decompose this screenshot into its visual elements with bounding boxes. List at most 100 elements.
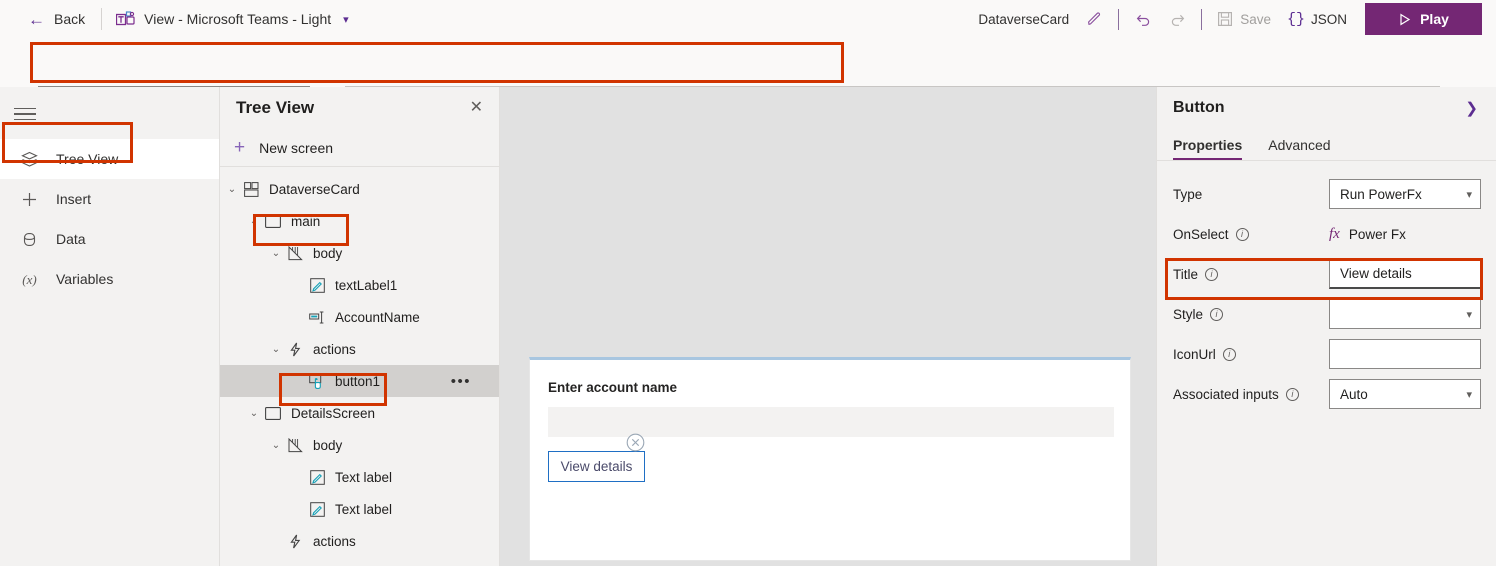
- body-icon: [286, 437, 304, 453]
- json-label: JSON: [1310, 11, 1347, 27]
- property-row-onselect: OnSelect i fx Power Fx: [1157, 214, 1496, 254]
- property-label-associated-inputs: Associated inputs i: [1157, 387, 1329, 402]
- chevron-right-icon[interactable]: ❯: [1465, 99, 1478, 117]
- tree-node[interactable]: Text label: [220, 461, 499, 493]
- tab-advanced[interactable]: Advanced: [1268, 137, 1330, 160]
- power-apps-cards-designer: ← Back View - Microsoft Teams - Light ▾: [0, 0, 1496, 566]
- rectangle-icon: [264, 406, 282, 420]
- app-title-label: View - Microsoft Teams - Light: [144, 11, 332, 27]
- close-icon[interactable]: ✕: [470, 100, 483, 116]
- property-powerfx-onselect[interactable]: fx Power Fx: [1329, 226, 1406, 243]
- new-screen-label: New screen: [259, 139, 334, 156]
- info-icon[interactable]: i: [1285, 387, 1299, 401]
- property-label-type: Type: [1157, 187, 1329, 202]
- property-row-style: Style i ▾: [1157, 294, 1496, 334]
- save-button[interactable]: Save: [1209, 4, 1279, 34]
- property-label-iconurl: IconUrl i: [1157, 347, 1329, 362]
- undo-button[interactable]: [1126, 4, 1160, 34]
- text-input-icon: [308, 311, 326, 324]
- rail-item-label: Tree View: [56, 151, 119, 167]
- variables-icon: (x): [18, 271, 40, 288]
- app-title-dropdown[interactable]: View - Microsoft Teams - Light ▾: [104, 0, 361, 38]
- rail-item-label: Variables: [56, 271, 114, 287]
- json-button[interactable]: {} JSON: [1279, 4, 1355, 34]
- chevron-down-icon: ▾: [1466, 308, 1472, 321]
- rectangle-icon: [264, 214, 282, 228]
- tree-node[interactable]: ⌄ body: [220, 429, 499, 461]
- card-view-details-button[interactable]: View details: [548, 451, 645, 482]
- property-label-text: Title: [1173, 266, 1199, 282]
- fx-icon: fx: [1329, 225, 1340, 242]
- chevron-down-icon[interactable]: ⌄: [269, 440, 283, 451]
- property-label-text: Style: [1173, 306, 1204, 322]
- tree-node-list: ⌄ DataverseCard ⌄ main ⌄ body textLabel1 Accoun…: [220, 167, 499, 557]
- back-button[interactable]: ← Back: [0, 0, 99, 38]
- tree-node[interactable]: Text label: [220, 493, 499, 525]
- formula-bar: OnSelect ▾ = Set(EnteredAccountName, Acc…: [0, 38, 1496, 116]
- tree-node-label: body: [313, 437, 343, 453]
- chevron-down-icon[interactable]: ⌄: [247, 408, 261, 419]
- svg-text:(x): (x): [22, 272, 36, 287]
- tree-node[interactable]: actions: [220, 525, 499, 557]
- chevron-down-icon[interactable]: ⌄: [247, 216, 261, 227]
- info-icon[interactable]: i: [1222, 347, 1236, 361]
- tree-node[interactable]: textLabel1: [220, 269, 499, 301]
- rail-item-variables[interactable]: (x) Variables: [0, 259, 219, 299]
- pencil-icon: [1087, 11, 1100, 25]
- database-icon: [18, 231, 40, 248]
- circle-x-icon[interactable]: [626, 433, 645, 452]
- info-icon[interactable]: i: [1210, 307, 1224, 321]
- tab-properties[interactable]: Properties: [1173, 137, 1243, 160]
- rail-item-label: Insert: [56, 191, 92, 207]
- card-button-label: View details: [560, 459, 633, 474]
- tree-node[interactable]: ⌄ DetailsScreen: [220, 397, 499, 429]
- save-icon: [1218, 12, 1233, 27]
- tree-node-label: body: [313, 245, 343, 261]
- property-value: Run PowerFx: [1340, 186, 1422, 202]
- rail-item-list: Tree View Insert Data (x) Variables: [0, 139, 219, 299]
- property-row-title: Title i View details: [1157, 254, 1496, 294]
- left-rail: Tree View Insert Data (x) Variables: [0, 87, 220, 566]
- tree-node[interactable]: AccountName: [220, 301, 499, 333]
- tree-node-label: Text label: [335, 469, 393, 485]
- tree-node[interactable]: ⌄ actions: [220, 333, 499, 365]
- redo-button[interactable]: [1160, 4, 1194, 34]
- property-label-onselect: OnSelect i: [1157, 227, 1329, 242]
- rename-button[interactable]: [1077, 4, 1111, 34]
- rail-item-tree-view[interactable]: Tree View: [0, 139, 219, 179]
- info-icon[interactable]: i: [1235, 227, 1249, 241]
- chevron-down-icon[interactable]: ⌄: [225, 184, 239, 195]
- tree-node-label: button1: [335, 373, 381, 389]
- play-button[interactable]: Play: [1365, 3, 1482, 35]
- tree-node[interactable]: ⌄ body: [220, 237, 499, 269]
- lightning-icon: [286, 342, 304, 357]
- braces-icon: {}: [1286, 10, 1305, 28]
- body-icon: [286, 245, 304, 261]
- tree-node[interactable]: ⌄ DataverseCard: [220, 173, 499, 205]
- chevron-down-icon[interactable]: ⌄: [269, 344, 283, 355]
- card-preview: Enter account name View details: [529, 357, 1131, 561]
- property-select-associated-inputs[interactable]: Auto ▾: [1329, 379, 1481, 409]
- property-select-type[interactable]: Run PowerFx ▾: [1329, 179, 1481, 209]
- property-label-text: OnSelect: [1173, 226, 1229, 242]
- property-select-style[interactable]: ▾: [1329, 299, 1481, 329]
- undo-icon: [1136, 14, 1149, 26]
- tree-node-label: main: [291, 213, 321, 229]
- chevron-down-icon[interactable]: ⌄: [269, 248, 283, 259]
- plus-icon: +: [234, 137, 246, 158]
- new-screen-button[interactable]: + New screen: [220, 129, 499, 167]
- hamburger-icon[interactable]: [14, 95, 54, 133]
- property-input-title[interactable]: View details: [1329, 259, 1481, 289]
- tree-view-panel: Tree View ✕ + New screen ⌄ DataverseCard ⌄…: [220, 87, 500, 566]
- tree-node-more-icon[interactable]: •••: [451, 374, 471, 389]
- tree-node-selected[interactable]: button1 •••: [220, 365, 499, 397]
- rail-item-data[interactable]: Data: [0, 219, 219, 259]
- tree-node[interactable]: ⌄ main: [220, 205, 499, 237]
- info-icon[interactable]: i: [1205, 267, 1219, 281]
- back-arrow-icon: ←: [28, 9, 45, 29]
- tree-view-title: Tree View: [236, 98, 315, 117]
- text-label-icon: [308, 469, 326, 485]
- chevron-down-icon: ▾: [1466, 188, 1472, 201]
- property-input-iconurl[interactable]: [1329, 339, 1481, 369]
- rail-item-insert[interactable]: Insert: [0, 179, 219, 219]
